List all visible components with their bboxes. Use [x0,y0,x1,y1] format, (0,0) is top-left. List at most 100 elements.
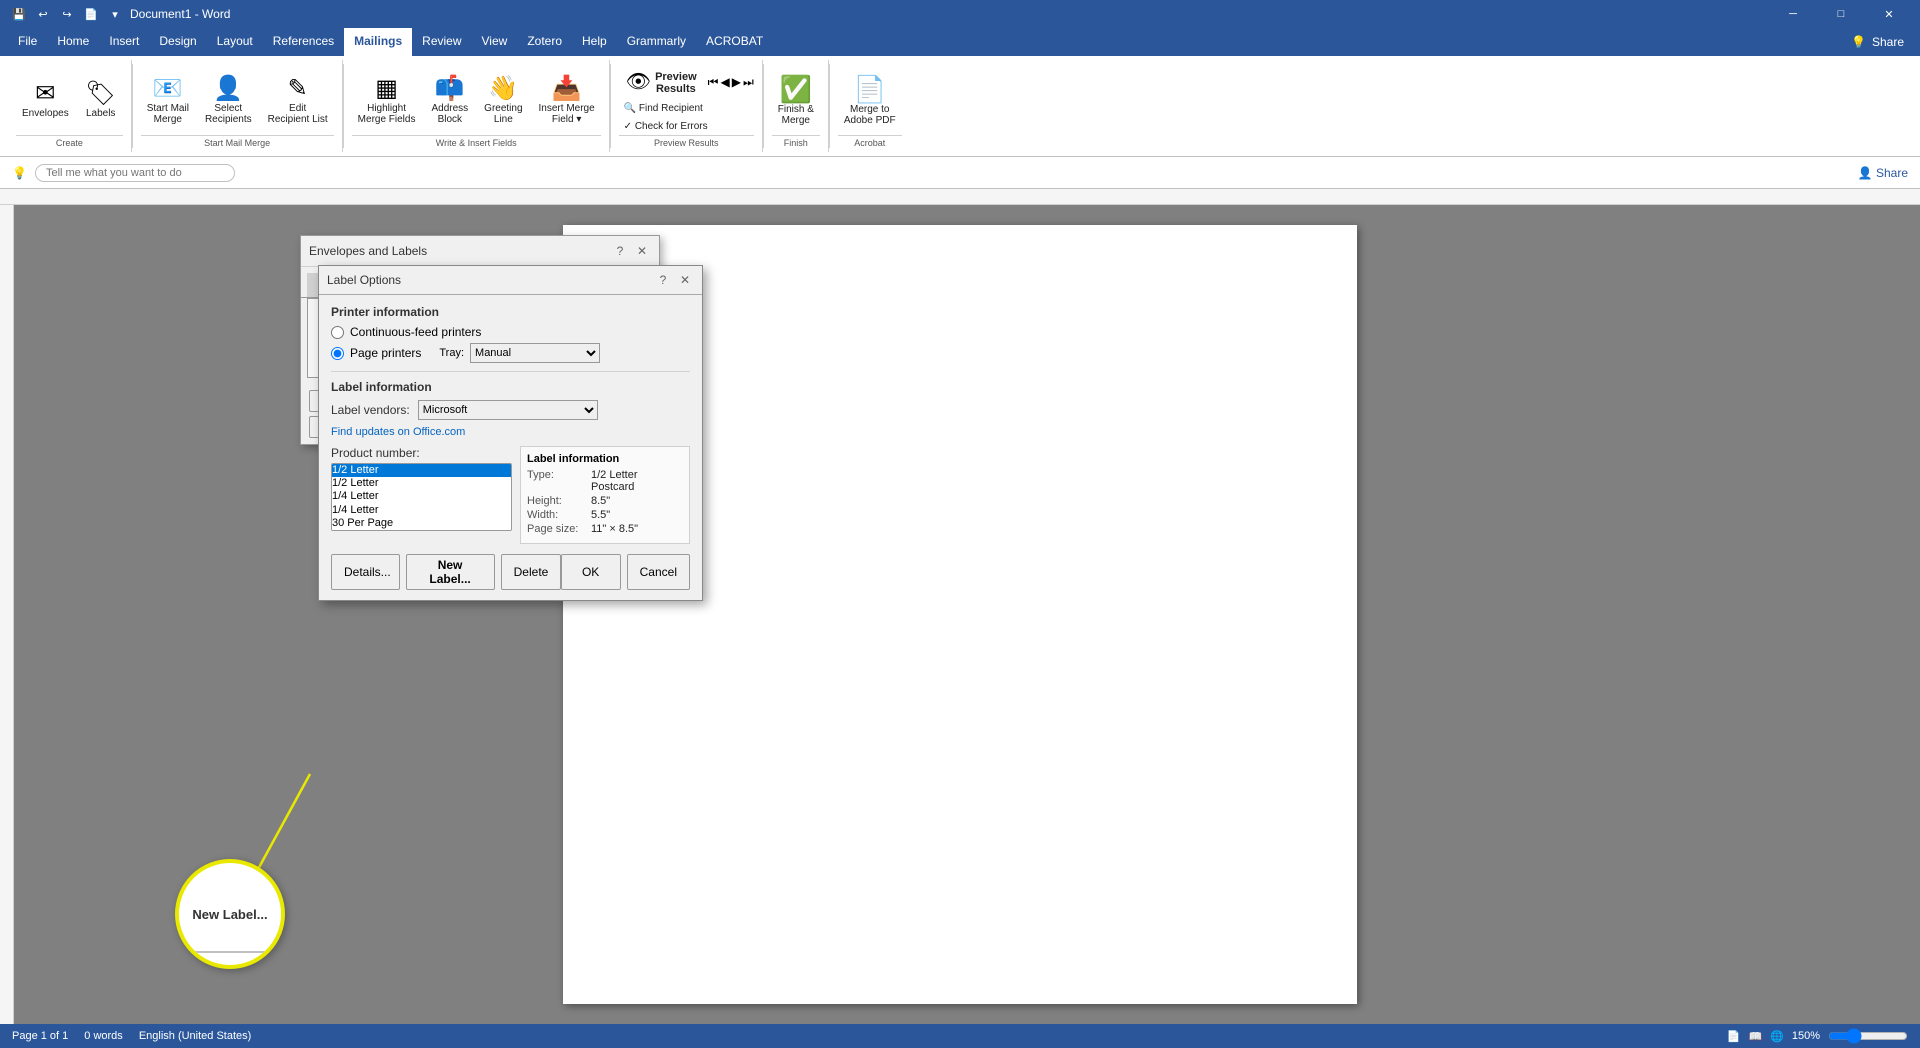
tab-layout[interactable]: Layout [207,28,263,56]
minimize-btn[interactable]: ─ [1770,0,1816,28]
height-row: Height: 8.5" [527,495,683,507]
insert-merge-field-label: Insert MergeField ▾ [539,103,595,125]
start-mail-merge-btn[interactable]: 📧 Start MailMerge [141,72,195,128]
view-mode-web-icon[interactable]: 🌐 [1770,1030,1784,1043]
envelopes-close-btn[interactable]: ✕ [633,242,651,260]
labels-label: Labels [86,108,115,119]
app-wrapper: 💾 ↩ ↪ 📄 ▾ Document1 - Word ─ □ ✕ File Ho… [0,0,1920,1048]
product-number-list[interactable]: 1/2 Letter 1/2 Letter 1/4 Letter 1/4 Let… [331,463,512,531]
word-count: 0 words [84,1030,123,1042]
write-insert-group-label: Write & Insert Fields [352,135,601,148]
greeting-line-btn[interactable]: 👋 GreetingLine [478,72,528,128]
greeting-icon: 👋 [488,77,518,101]
label-options-bottom-btns: Details... New Label... Delete OK Cancel [331,554,690,590]
greeting-line-label: GreetingLine [484,103,522,125]
edit-recipient-list-btn[interactable]: ✎ EditRecipient List [262,72,334,128]
details-btn[interactable]: Details... [331,554,400,590]
lightbulb-bar-icon: 💡 [12,166,27,180]
vendor-select[interactable]: Microsoft Avery US Letter Other [418,400,598,420]
tell-me-bar: 💡 👤 Share [0,157,1920,189]
preview-sub-btns: 🔍 Find Recipient ✓ Check for Errors [619,100,713,135]
undo-qat-btn[interactable]: ↩ [32,3,54,25]
envelopes-help-btn[interactable]: ? [611,242,629,260]
tell-me-input[interactable] [35,164,235,182]
close-btn[interactable]: ✕ [1866,0,1912,28]
status-bar: Page 1 of 1 0 words English (United Stat… [0,1024,1920,1048]
insert-field-icon: 📥 [552,77,582,101]
nav-prev-icon[interactable]: ◀ [720,75,729,89]
save-qat-btn[interactable]: 💾 [8,3,30,25]
share-btn[interactable]: Share [1872,35,1904,49]
page-printers-radio[interactable] [331,347,344,360]
magnifier-circle: New Label... [175,859,285,969]
label-options-title-bar: Label Options ? ✕ [319,266,702,295]
acrobat-items: 📄 Merge toAdobe PDF [838,64,902,135]
tab-home[interactable]: Home [47,28,99,56]
find-recipient-btn[interactable]: 🔍 Find Recipient [619,100,713,117]
tab-zotero[interactable]: Zotero [517,28,572,56]
create-group-items: ✉ Envelopes 🏷 Labels [16,64,123,135]
label-options-help-btn[interactable]: ? [654,271,672,289]
merge-to-pdf-btn[interactable]: 📄 Merge toAdobe PDF [838,71,902,129]
zoom-slider[interactable] [1828,1028,1908,1044]
address-block-btn[interactable]: 📫 AddressBlock [425,72,474,128]
ribbon: File Home Insert Design Layout Reference… [0,28,1920,157]
new-qat-btn[interactable]: 📄 [80,3,102,25]
delete-btn[interactable]: Delete [501,554,561,590]
office-com-link[interactable]: Find updates on Office.com [331,426,465,438]
continuous-feed-row: Continuous-feed printers [331,325,690,339]
quick-access-toolbar: 💾 ↩ ↪ 📄 ▾ [8,3,126,25]
tab-design[interactable]: Design [149,28,206,56]
tab-view[interactable]: View [472,28,518,56]
continuous-feed-radio[interactable] [331,326,344,339]
highlight-merge-fields-btn[interactable]: ▦ HighlightMerge Fields [352,72,422,128]
label-options-dialog: Label Options ? ✕ Printer information Co… [318,265,703,601]
nav-last-icon[interactable]: ⏭ [743,75,754,90]
tab-file[interactable]: File [8,28,47,56]
tab-insert[interactable]: Insert [99,28,149,56]
tab-references[interactable]: References [263,28,344,56]
view-mode-print-icon[interactable]: 📄 [1727,1030,1741,1043]
restore-btn[interactable]: □ [1818,0,1864,28]
height-val: 8.5" [591,495,610,507]
write-insert-items: ▦ HighlightMerge Fields 📫 AddressBlock 👋… [352,64,601,135]
envelopes-btn[interactable]: ✉ Envelopes [16,77,75,122]
page-size-row: Page size: 11" × 8.5" [527,523,683,535]
address-icon: 📫 [435,77,465,101]
tab-help[interactable]: Help [572,28,617,56]
view-mode-read-icon[interactable]: 📖 [1748,1030,1762,1043]
new-label-btn[interactable]: New Label... [406,554,495,590]
envelopes-label: Envelopes [22,108,69,119]
select-recipients-btn[interactable]: 👤 SelectRecipients [199,72,258,128]
insert-merge-field-btn[interactable]: 📥 Insert MergeField ▾ [533,72,601,128]
label-options-title: Label Options [327,273,401,287]
tab-mailings[interactable]: Mailings [344,28,412,56]
labels-btn[interactable]: 🏷 Labels [79,77,123,122]
magnifier-annotation: New Label... [175,859,285,969]
ribbon-group-acrobat: 📄 Merge toAdobe PDF Acrobat [830,60,910,152]
label-options-controls: ? ✕ [654,271,694,289]
address-block-label: AddressBlock [431,103,468,125]
tray-select[interactable]: Manual [470,343,600,363]
title-bar: 💾 ↩ ↪ 📄 ▾ Document1 - Word ─ □ ✕ [0,0,1920,28]
ok-btn[interactable]: OK [561,554,621,590]
tab-review[interactable]: Review [412,28,471,56]
customize-qat-btn[interactable]: ▾ [104,3,126,25]
tab-grammarly[interactable]: Grammarly [617,28,696,56]
preview-results-btn[interactable]: 👁 PreviewResults [619,64,704,100]
nav-next-icon[interactable]: ▶ [732,75,741,89]
label-options-left-btns: Details... New Label... Delete [331,554,561,590]
redo-qat-btn[interactable]: ↪ [56,3,78,25]
language: English (United States) [139,1030,252,1042]
type-key: Type: [527,469,587,493]
check-errors-btn[interactable]: ✓ Check for Errors [619,118,713,135]
share-top-btn[interactable]: 👤 Share [1858,166,1908,180]
lightbulb-icon: 💡 [1851,35,1866,49]
edit-list-icon: ✎ [288,77,308,101]
title-bar-controls: ─ □ ✕ [1770,0,1912,28]
tab-acrobat[interactable]: ACROBAT [696,28,773,56]
label-options-cancel-btn[interactable]: Cancel [627,554,690,590]
finish-merge-btn[interactable]: ✅ Finish &Merge [772,71,820,129]
nav-first-icon[interactable]: ⏮ [708,75,719,90]
label-options-close-btn[interactable]: ✕ [676,271,694,289]
